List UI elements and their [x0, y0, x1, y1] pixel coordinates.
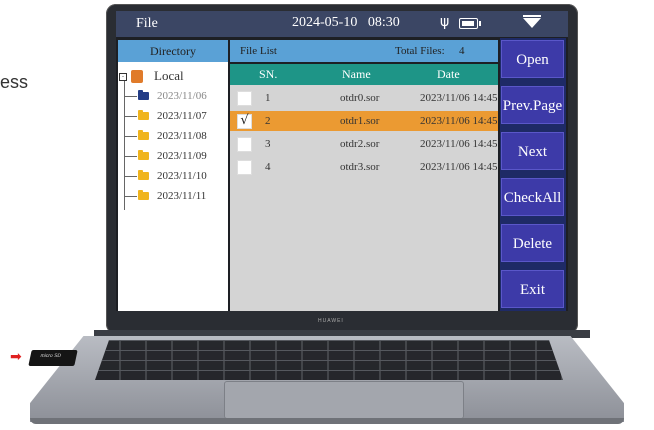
file-sn: 1: [265, 92, 271, 104]
file-name: otdr3.sor: [340, 161, 380, 173]
tree-root-local[interactable]: - Local: [118, 68, 228, 86]
row-checkbox[interactable]: [237, 91, 252, 106]
folder-icon: [138, 110, 149, 120]
cropped-side-text: ess: [0, 72, 29, 92]
file-name: otdr0.sor: [340, 92, 380, 104]
total-files-label: Total Files:: [395, 45, 445, 57]
total-files-count: 4: [459, 45, 465, 57]
folder-icon: [138, 170, 149, 180]
laptop-front-edge: [30, 418, 624, 424]
sd-card-icon: micro SD: [28, 350, 78, 366]
datetime-display: 2024-05-10 08:30: [292, 15, 400, 30]
tree-folder-item[interactable]: 2023/11/09: [118, 148, 228, 166]
laptop-brand-label: HUAWEI: [318, 318, 344, 324]
sd-card-label: micro SD: [39, 353, 62, 359]
file-date: 2023/11/06 14:45: [420, 92, 498, 104]
tree-root-label: Local: [154, 68, 184, 83]
directory-tree: - Local 2023/11/06 2023/11/07 2023/11/08…: [118, 62, 228, 311]
file-row[interactable]: 1 otdr0.sor 2023/11/06 14:45: [230, 88, 498, 108]
folder-icon: [138, 90, 149, 100]
folder-label: 2023/11/08: [157, 130, 207, 142]
row-checkbox[interactable]: [237, 160, 252, 175]
tree-folder-item[interactable]: 2023/11/08: [118, 128, 228, 146]
tree-branch-line: [125, 136, 137, 137]
folder-icon: [138, 150, 149, 160]
row-checkbox[interactable]: [237, 137, 252, 152]
tree-branch-line: [125, 156, 137, 157]
column-header-sn: SN.: [259, 67, 278, 81]
check-all-button[interactable]: CheckAll: [501, 178, 564, 216]
collapse-icon[interactable]: -: [119, 73, 127, 81]
battery-icon: [459, 18, 481, 29]
file-date: 2023/11/06 14:45: [420, 161, 498, 173]
touchpad: [224, 381, 464, 419]
file-row[interactable]: 4 otdr3.sor 2023/11/06 14:45: [230, 157, 498, 177]
action-button-column: Open Prev.Page Next Page CheckAll Delete…: [500, 38, 566, 311]
column-header-name: Name: [342, 67, 371, 81]
tree-branch-line: [125, 116, 137, 117]
tree-folder-item[interactable]: 2023/11/07: [118, 108, 228, 126]
menu-icon[interactable]: [523, 15, 541, 28]
folder-label: 2023/11/07: [157, 110, 207, 122]
tree-branch-line: [125, 176, 137, 177]
folder-icon: [138, 130, 149, 140]
file-list-header: File List Total Files: 4: [230, 40, 498, 62]
usb-icon: ψ: [440, 14, 450, 30]
folder-label: 2023/11/11: [157, 190, 207, 202]
open-button[interactable]: Open: [501, 40, 564, 78]
column-header-date: Date: [437, 67, 460, 81]
exit-button[interactable]: Exit: [501, 270, 564, 308]
folder-label: 2023/11/10: [157, 170, 207, 182]
file-name: otdr1.sor: [340, 115, 380, 127]
keyboard-rows: [95, 340, 563, 380]
file-sn: 4: [265, 161, 271, 173]
file-date: 2023/11/06 14:45: [420, 138, 498, 150]
arrow-right-icon: ➡: [10, 349, 22, 365]
app-title: File: [136, 16, 158, 31]
tree-folder-item[interactable]: 2023/11/10: [118, 168, 228, 186]
file-row[interactable]: √ 2 otdr1.sor 2023/11/06 14:45: [230, 111, 498, 131]
row-checkbox[interactable]: √: [237, 114, 252, 129]
tree-branch-line: [125, 196, 137, 197]
disk-icon: [131, 70, 143, 83]
tree-branch-line: [125, 96, 137, 97]
tree-folder-item[interactable]: 2023/11/06: [118, 88, 228, 106]
file-date: 2023/11/06 14:45: [420, 115, 498, 127]
file-sn: 3: [265, 138, 271, 150]
folder-label: 2023/11/06: [157, 90, 207, 102]
next-page-button[interactable]: Next Page: [501, 132, 564, 198]
tree-folder-item[interactable]: 2023/11/11: [118, 188, 228, 206]
directory-header: Directory: [118, 40, 228, 62]
column-header-row: SN. Name Date: [230, 64, 498, 85]
file-row[interactable]: 3 otdr2.sor 2023/11/06 14:45: [230, 134, 498, 154]
file-name: otdr2.sor: [340, 138, 380, 150]
file-sn: 2: [265, 115, 271, 127]
file-list-title: File List: [240, 45, 277, 57]
screen: File 2024-05-10 08:30 ψ Directory - Loca…: [116, 11, 568, 311]
delete-button[interactable]: Delete: [501, 224, 564, 262]
folder-icon: [138, 190, 149, 200]
folder-label: 2023/11/09: [157, 150, 207, 162]
top-bar: File 2024-05-10 08:30 ψ: [116, 11, 568, 37]
file-list: 1 otdr0.sor 2023/11/06 14:45 √ 2 otdr1.s…: [230, 85, 498, 311]
prev-page-button[interactable]: Prev.Page: [501, 86, 564, 124]
